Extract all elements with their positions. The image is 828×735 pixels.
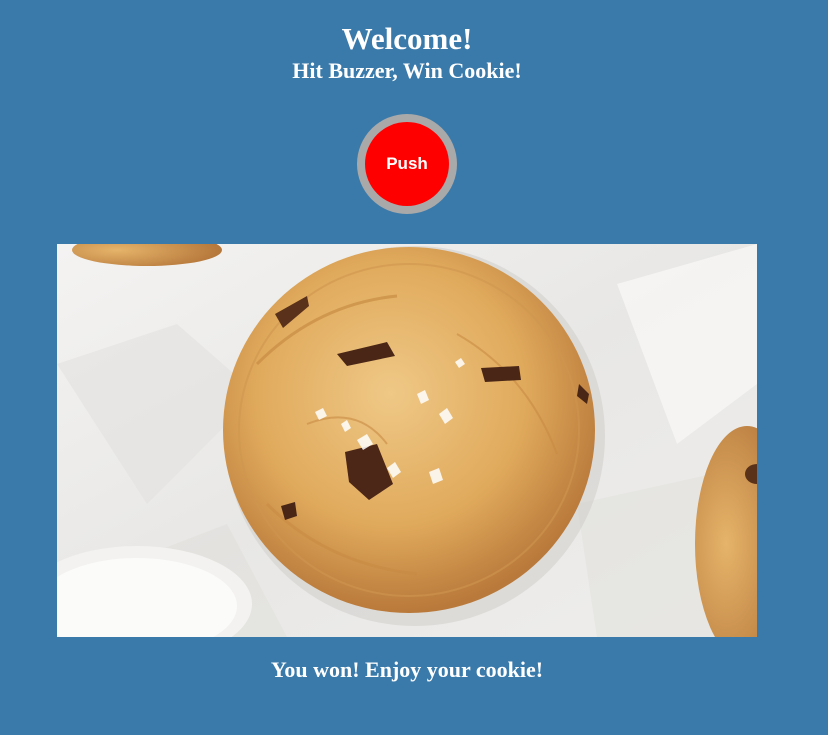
page-title: Welcome! xyxy=(341,21,473,56)
page-subtitle: Hit Buzzer, Win Cookie! xyxy=(292,58,522,83)
push-buzzer-button[interactable]: Push xyxy=(357,114,457,214)
buzzer-label: Push xyxy=(365,122,449,206)
cookie-photo-illustration xyxy=(57,244,757,637)
result-message: You won! Enjoy your cookie! xyxy=(270,657,544,682)
cookie-image xyxy=(57,244,757,637)
